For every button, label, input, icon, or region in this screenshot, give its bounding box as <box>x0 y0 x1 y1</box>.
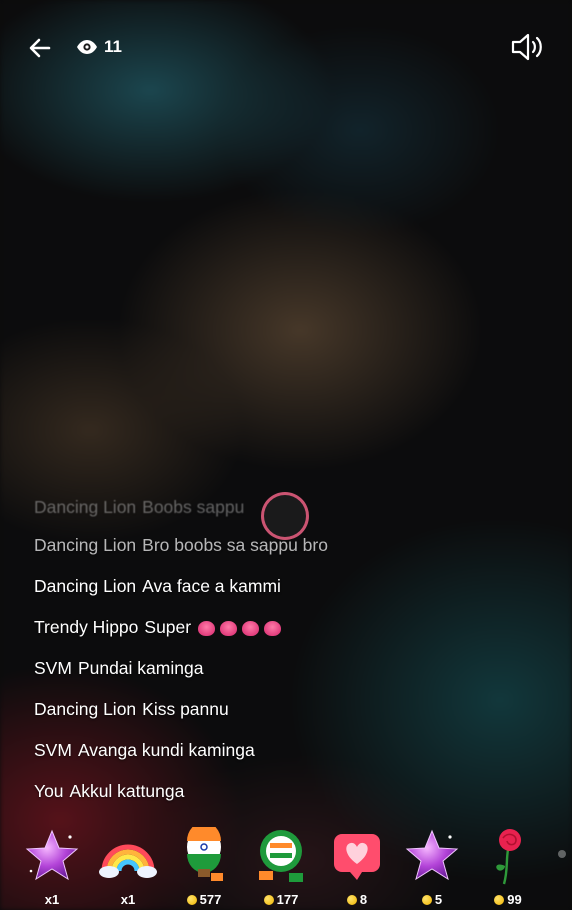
gift-price: 99 <box>494 892 522 907</box>
star-gift-icon <box>402 826 462 886</box>
coin-icon <box>421 894 432 905</box>
chat-text: Akkul kattunga <box>69 781 185 801</box>
chat-message: Dancing Lion Ava face a kammi <box>34 573 281 599</box>
flag-badge-gift-icon <box>251 826 311 886</box>
blush-emoji-icon <box>263 621 281 637</box>
gift-item[interactable]: 177 <box>246 826 316 910</box>
back-arrow-icon <box>29 38 51 58</box>
blush-emoji-icon <box>219 621 237 637</box>
viewer-counter: 11 <box>76 34 122 60</box>
rose-gift-icon <box>478 826 538 886</box>
chat-text: Super <box>144 617 192 637</box>
gift-item[interactable]: 8 <box>322 826 392 910</box>
chat-message: Trendy Hippo Super <box>34 614 286 640</box>
viewer-count: 11 <box>104 37 122 56</box>
chat-username: SVM <box>34 740 72 760</box>
gift-item[interactable]: x1 <box>17 826 87 910</box>
chat-username: Trendy Hippo <box>34 617 139 637</box>
chat-message: You Akkul kattunga <box>34 778 184 804</box>
blush-emoji-icon <box>197 621 215 637</box>
more-gifts-indicator <box>558 850 566 858</box>
gift-item[interactable]: x1 <box>93 826 163 910</box>
rainbow-gift-icon <box>98 826 158 886</box>
chat-text: Ava face a kammi <box>142 576 281 596</box>
chat-text: Boobs sappu <box>142 497 245 517</box>
chat-message: SVM Pundai kaminga <box>34 655 203 681</box>
gift-item[interactable]: 577 <box>169 826 239 910</box>
live-chat-feed: Dancing Lion Boobs sappu Dancing Lion Bro … <box>34 490 434 810</box>
chat-text: Bro boobs sa sappu bro <box>142 535 328 555</box>
gift-price: 577 <box>186 892 221 907</box>
gift-price: 5 <box>421 892 442 907</box>
chat-message: Dancing Lion Kiss pannu <box>34 696 229 722</box>
coin-icon <box>263 894 274 905</box>
touch-indicator-ring <box>261 492 309 540</box>
blush-emoji-icon <box>241 621 259 637</box>
speaker-icon <box>511 33 542 61</box>
blush-emoji-group <box>197 615 286 641</box>
coin-icon <box>494 894 505 905</box>
chat-text: Avanga kundi kaminga <box>77 740 255 760</box>
chat-username: SVM <box>34 658 72 678</box>
chat-username: You <box>34 781 64 801</box>
coin-icon <box>346 894 357 905</box>
chat-username: Dancing Lion <box>34 699 137 719</box>
star-gift-icon <box>22 826 82 886</box>
balloon-gift-icon <box>174 826 234 886</box>
gift-bar: x1 x1 577 177 8 5 99 <box>0 826 572 910</box>
top-bar: 11 <box>0 0 572 92</box>
chat-text: Kiss pannu <box>142 699 229 719</box>
back-button[interactable] <box>24 32 56 64</box>
chat-message: SVM Avanga kundi kaminga <box>34 737 255 763</box>
sound-toggle-button[interactable] <box>508 30 548 64</box>
heart-bubble-gift-icon <box>327 826 387 886</box>
gift-price: x1 <box>120 892 136 907</box>
chat-message: Dancing Lion Boobs sappu <box>34 494 244 520</box>
gift-item[interactable]: 5 <box>397 826 467 910</box>
coin-icon <box>186 894 197 905</box>
chat-username: Dancing Lion <box>34 576 137 596</box>
chat-username: Dancing Lion <box>34 535 137 555</box>
gift-price: 8 <box>346 892 367 907</box>
chat-username: Dancing Lion <box>34 497 137 517</box>
chat-text: Pundai kaminga <box>77 658 204 678</box>
gift-price: 177 <box>263 892 298 907</box>
eye-icon <box>77 40 97 54</box>
gift-item[interactable]: 99 <box>473 826 543 910</box>
gift-price: x1 <box>44 892 60 907</box>
